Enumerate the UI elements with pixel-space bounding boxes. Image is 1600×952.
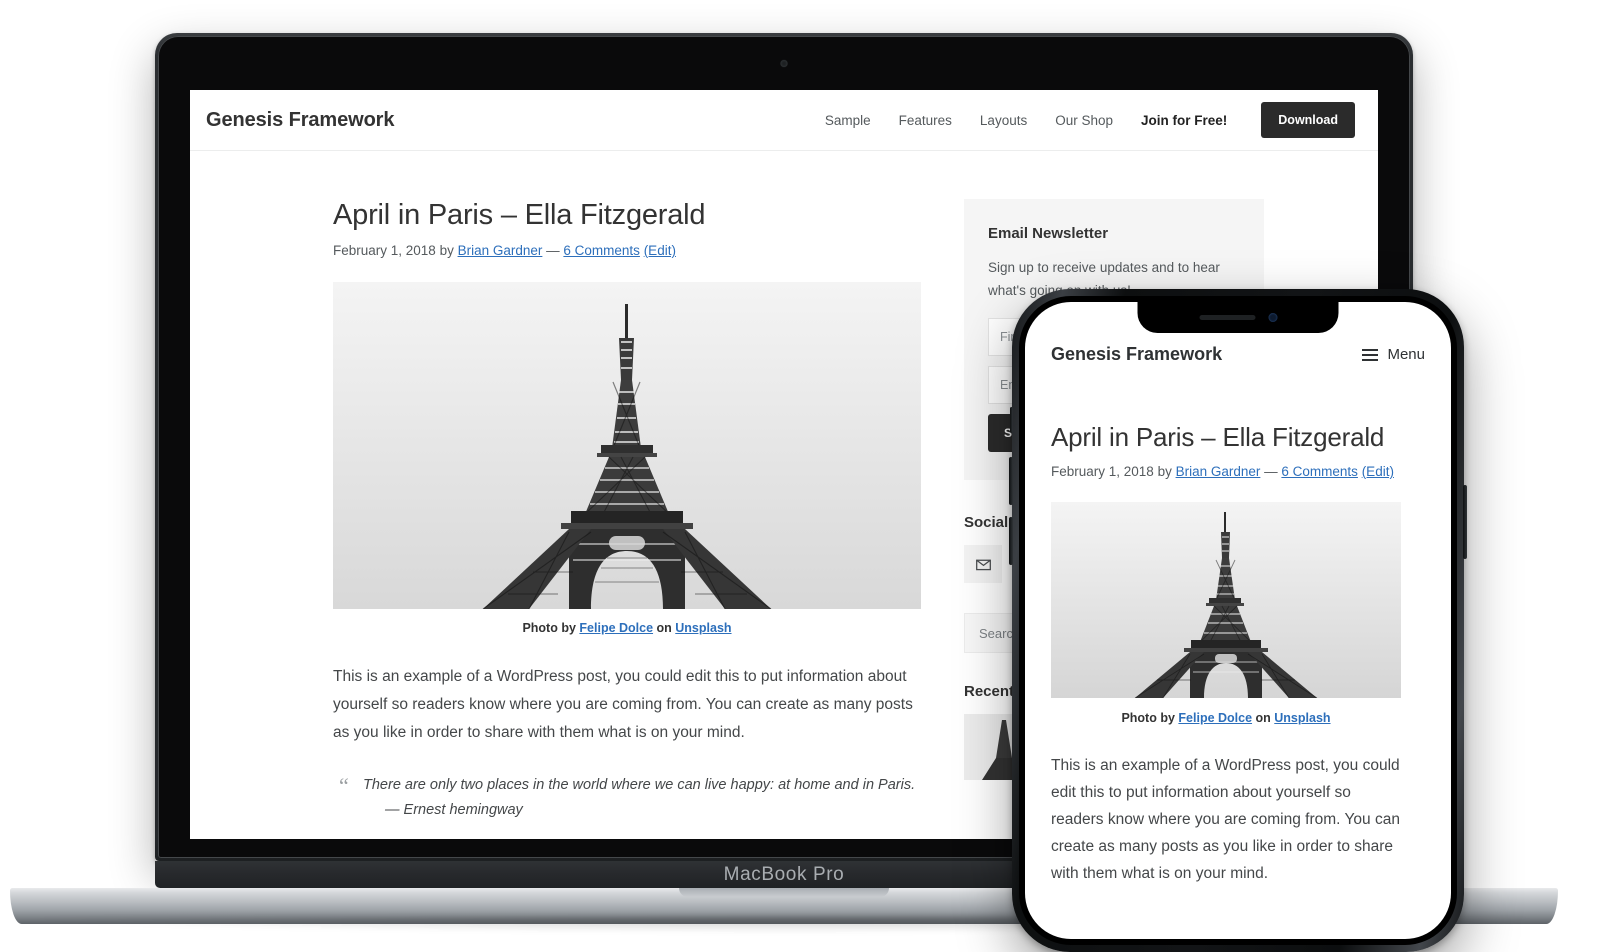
phone-caption-author-link[interactable]: Felipe Dolce xyxy=(1178,711,1252,725)
phone-volume-down-button[interactable] xyxy=(1009,517,1013,565)
post-meta: February 1, 2018 by Brian Gardner — 6 Co… xyxy=(333,243,935,258)
phone-content: April in Paris – Ella Fitzgerald Februar… xyxy=(1025,422,1451,887)
phone-volume-up-button[interactable] xyxy=(1009,457,1013,505)
nav-item-sample[interactable]: Sample xyxy=(825,113,871,128)
phone-post-featured-image xyxy=(1051,502,1401,698)
phone-post-author-link[interactable]: Brian Gardner xyxy=(1176,464,1261,479)
post-author-link[interactable]: Brian Gardner xyxy=(458,243,543,258)
post-featured-image xyxy=(333,282,921,609)
newsletter-widget-title: Email Newsletter xyxy=(988,225,1109,242)
phone-menu-label: Menu xyxy=(1387,346,1425,363)
phone-caption-prefix: Photo by xyxy=(1121,711,1179,725)
caption-prefix: Photo by xyxy=(522,621,580,635)
phone-post-meta-separator: — xyxy=(1260,464,1282,479)
post-comments-link[interactable]: 6 Comments xyxy=(563,243,640,258)
content-column: April in Paris – Ella Fitzgerald Februar… xyxy=(190,199,935,823)
site-header: Genesis Framework Sample Features Layout… xyxy=(190,90,1378,151)
phone-post-date: February 1, 2018 by xyxy=(1051,464,1176,479)
phone-earpiece-icon xyxy=(1199,315,1255,320)
nav-item-join-for-free[interactable]: Join for Free! xyxy=(1141,113,1227,128)
caption-source-link[interactable]: Unsplash xyxy=(675,621,731,635)
post-title: April in Paris – Ella Fitzgerald xyxy=(333,199,706,231)
phone-caption-source-link[interactable]: Unsplash xyxy=(1274,711,1330,725)
phone-post-comments-link[interactable]: 6 Comments xyxy=(1281,464,1358,479)
phone-post-image-caption: Photo by Felipe Dolce on Unsplash xyxy=(1051,711,1401,725)
phone-frame: Genesis Framework Menu April in Paris – … xyxy=(1009,289,1467,952)
post-date: February 1, 2018 by xyxy=(333,243,458,258)
phone-post-title: April in Paris – Ella Fitzgerald xyxy=(1051,422,1385,452)
hamburger-icon xyxy=(1362,348,1379,361)
iphone-device: Genesis Framework Menu April in Paris – … xyxy=(1009,289,1467,952)
quote-text: There are only two places in the world w… xyxy=(363,777,916,793)
nav-item-layouts[interactable]: Layouts xyxy=(980,113,1027,128)
phone-post-edit-link[interactable]: (Edit) xyxy=(1362,464,1394,479)
phone-screen-viewport: Genesis Framework Menu April in Paris – … xyxy=(1025,302,1451,939)
phone-site-title[interactable]: Genesis Framework xyxy=(1051,344,1222,365)
post-meta-separator: — xyxy=(542,243,564,258)
primary-nav: Sample Features Layouts Our Shop Join fo… xyxy=(825,102,1355,138)
phone-power-button[interactable] xyxy=(1463,485,1467,559)
phone-notch xyxy=(1137,302,1339,333)
post-edit-link[interactable]: (Edit) xyxy=(644,243,676,258)
phone-front-camera-icon xyxy=(1268,313,1277,322)
phone-menu-toggle[interactable]: Menu xyxy=(1362,346,1425,363)
site-title[interactable]: Genesis Framework xyxy=(206,109,394,132)
caption-author-link[interactable]: Felipe Dolce xyxy=(579,621,653,635)
quote-mark-icon: “ xyxy=(339,773,349,798)
laptop-base-notch xyxy=(679,888,889,897)
nav-item-features[interactable]: Features xyxy=(899,113,952,128)
eiffel-tower-photo xyxy=(333,282,921,609)
post-image-caption: Photo by Felipe Dolce on Unsplash xyxy=(333,621,921,635)
phone-post-paragraph: This is an example of a WordPress post, … xyxy=(1051,757,1400,882)
download-button[interactable]: Download xyxy=(1261,102,1355,138)
email-icon[interactable] xyxy=(964,545,1002,583)
phone-eiffel-tower-photo xyxy=(1051,502,1401,698)
device-model-label: MacBook Pro xyxy=(723,863,845,885)
phone-mute-switch[interactable] xyxy=(1010,407,1013,433)
laptop-webcam-icon xyxy=(780,60,788,67)
nav-item-our-shop[interactable]: Our Shop xyxy=(1055,113,1113,128)
caption-mid: on xyxy=(653,621,676,635)
post-blockquote: “ There are only two places in the world… xyxy=(333,773,923,823)
phone-inner-bezel: Genesis Framework Menu April in Paris – … xyxy=(1019,296,1457,945)
post-paragraph: This is an example of a WordPress post, … xyxy=(333,668,913,741)
phone-post-meta: February 1, 2018 by Brian Gardner — 6 Co… xyxy=(1051,464,1425,479)
phone-caption-mid: on xyxy=(1252,711,1275,725)
quote-citation: — Ernest hemingway xyxy=(385,802,523,818)
